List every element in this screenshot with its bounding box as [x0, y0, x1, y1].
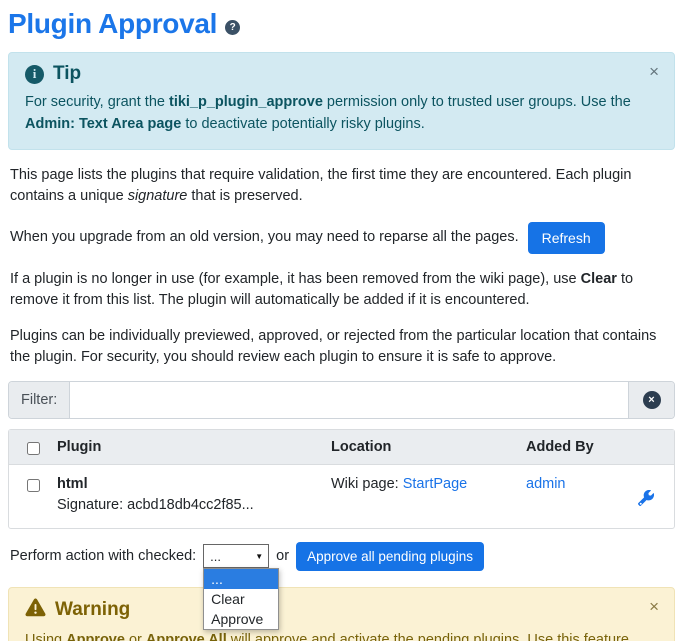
clear-circle-icon: × — [643, 391, 661, 409]
refresh-button[interactable]: Refresh — [528, 222, 605, 254]
added-by-link[interactable]: admin — [526, 476, 566, 492]
tip-heading: Tip — [53, 63, 81, 85]
warning-close-button[interactable]: × — [649, 598, 659, 615]
plugin-signature: Signature: acbd18db4cc2f85... — [57, 497, 331, 513]
select-all-checkbox[interactable] — [27, 442, 40, 455]
row-checkbox[interactable] — [27, 479, 40, 492]
tip-alert: i Tip × For security, grant the tiki_p_p… — [8, 52, 675, 150]
intro-paragraph-2: When you upgrade from an old version, yo… — [10, 227, 519, 248]
dropdown-option-clear[interactable]: Clear — [204, 589, 278, 609]
intro-paragraph-1: This page lists the plugins that require… — [10, 165, 673, 207]
warning-alert: Warning × Using Approve or Approve All w… — [8, 587, 675, 641]
table-header-row: Plugin Location Added By — [9, 430, 674, 465]
bulk-action-select[interactable]: ... ▼ — [203, 544, 269, 568]
table-row: html Signature: acbd18db4cc2f85... Wiki … — [9, 465, 674, 528]
intro-paragraph-3: If a plugin is no longer in use (for exa… — [10, 269, 673, 311]
bulk-action-row: Perform action with checked: ... ▼ ... C… — [10, 542, 673, 571]
edit-plugin-button[interactable] — [638, 476, 658, 513]
wrench-icon — [638, 494, 654, 509]
column-header-location: Location — [331, 430, 526, 464]
filter-clear-button[interactable]: × — [628, 382, 674, 418]
tip-body: For security, grant the tiki_p_plugin_ap… — [25, 92, 658, 136]
bulk-action-label: Perform action with checked: — [10, 548, 196, 564]
column-header-plugin: Plugin — [57, 430, 331, 464]
warning-body: Using Approve or Approve All will approv… — [25, 630, 658, 641]
column-header-added-by: Added By — [526, 430, 638, 464]
plugins-table: Plugin Location Added By html Signature:… — [8, 429, 675, 529]
chevron-down-icon: ▼ — [255, 552, 263, 561]
warning-icon — [25, 598, 46, 623]
filter-input[interactable] — [70, 382, 628, 418]
plugin-approval-page: Plugin Approval ? i Tip × For security, … — [0, 0, 683, 641]
bulk-action-dropdown: ... Clear Approve — [203, 568, 279, 630]
or-text: or — [276, 548, 289, 564]
dropdown-option-ellipsis[interactable]: ... — [204, 569, 278, 589]
tip-heading-row: i Tip — [25, 63, 658, 85]
dropdown-option-approve[interactable]: Approve — [204, 609, 278, 629]
bulk-action-select-wrap: ... ▼ ... Clear Approve — [203, 544, 269, 568]
location-link[interactable]: StartPage — [403, 476, 468, 492]
intro-paragraph-2-row: When you upgrade from an old version, yo… — [10, 222, 673, 254]
approve-all-button[interactable]: Approve all pending plugins — [296, 542, 484, 571]
location-prefix: Wiki page: — [331, 476, 403, 492]
intro-paragraph-4: Plugins can be individually previewed, a… — [10, 326, 673, 368]
filter-bar: Filter: × — [8, 381, 675, 419]
plugin-name: html — [57, 476, 331, 492]
page-header: Plugin Approval ? — [8, 8, 675, 40]
warning-heading-row: Warning — [25, 598, 658, 623]
help-icon[interactable]: ? — [225, 20, 240, 35]
bulk-action-selected-value: ... — [210, 549, 221, 564]
filter-label: Filter: — [9, 382, 70, 418]
warning-heading: Warning — [55, 599, 130, 621]
page-title: Plugin Approval — [8, 8, 217, 40]
info-icon: i — [25, 65, 44, 84]
tip-close-button[interactable]: × — [649, 63, 659, 80]
